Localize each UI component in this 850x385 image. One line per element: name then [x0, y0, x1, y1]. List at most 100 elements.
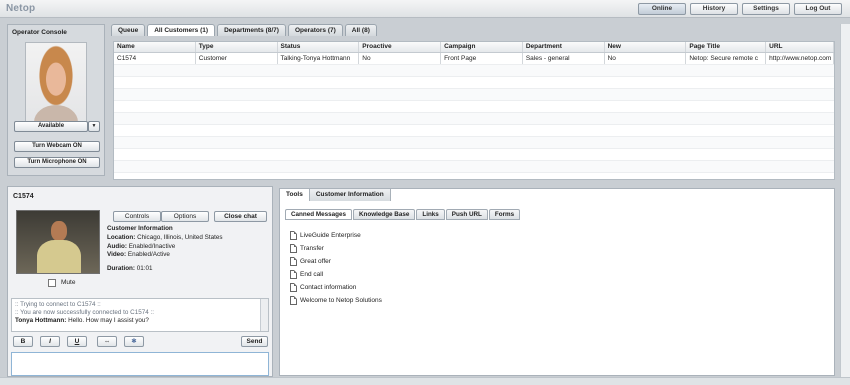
column-header[interactable]: Campaign: [441, 42, 523, 52]
grid-header: Name Type Status Proactive Campaign Depa…: [114, 42, 834, 53]
top-navigation: Online History Settings Log Out: [638, 3, 842, 15]
mute-label: Mute: [61, 279, 76, 286]
canned-message-label: Great offer: [300, 258, 331, 265]
document-icon: [290, 231, 297, 240]
cell-url: http://www.netop.com: [766, 53, 834, 64]
cell-new: No: [605, 53, 687, 64]
message-input[interactable]: [11, 352, 269, 376]
mute-checkbox[interactable]: [48, 279, 56, 287]
info-heading: Customer Information: [107, 225, 173, 232]
location-value: Chicago, Illinois, United States: [137, 233, 223, 241]
tab-knowledge-base[interactable]: Knowledge Base: [352, 209, 416, 220]
column-header[interactable]: Type: [196, 42, 278, 52]
canned-message-label: End call: [300, 271, 324, 278]
tab-canned-messages[interactable]: Canned Messages: [285, 209, 352, 220]
column-header[interactable]: Department: [523, 42, 605, 52]
document-icon: [290, 270, 297, 279]
options-button[interactable]: Options: [161, 211, 209, 222]
column-header[interactable]: Page Title: [686, 42, 767, 52]
cell-proactive: No: [359, 53, 442, 64]
italic-button[interactable]: I: [40, 336, 60, 347]
cell-type: Customer: [196, 53, 278, 64]
location-label: Location:: [107, 233, 136, 241]
tab-all[interactable]: All (8): [344, 24, 377, 36]
customer-info: Customer Information Location: Chicago, …: [107, 225, 223, 274]
tab-push-url[interactable]: Push URL: [445, 209, 488, 220]
link-icon[interactable]: ⇔: [97, 336, 117, 347]
list-item[interactable]: Transfer: [290, 242, 382, 255]
duration-value: 01:01: [136, 265, 153, 273]
canned-message-label: Contact information: [300, 284, 357, 291]
logout-button[interactable]: Log Out: [794, 3, 842, 15]
netop-logo: Netop: [6, 3, 36, 14]
tab-tools[interactable]: Tools: [280, 189, 310, 201]
cell-status: Talking-Tonya Hottmann: [278, 53, 360, 64]
duration-label: Duration:: [107, 265, 135, 273]
tab-all-customers[interactable]: All Customers (1): [147, 24, 216, 36]
video-label: Video:: [107, 251, 127, 259]
video-value: Enabled/Active: [127, 251, 170, 259]
customer-video: [16, 210, 100, 274]
controls-button[interactable]: Controls: [113, 211, 161, 222]
log-line: :: Trying to connect to C1574 ::: [15, 301, 101, 308]
chat-log-scrollbar[interactable]: [260, 299, 268, 331]
tab-operators[interactable]: Operators (7): [287, 24, 343, 36]
history-button[interactable]: History: [690, 3, 738, 15]
settings-button[interactable]: Settings: [742, 3, 790, 15]
console-title: Operator Console: [12, 29, 67, 36]
audio-label: Audio:: [107, 242, 127, 250]
column-header[interactable]: Status: [278, 42, 360, 52]
cell-name: C1574: [114, 53, 196, 64]
close-chat-button[interactable]: Close chat: [214, 211, 267, 222]
tab-links[interactable]: Links: [416, 209, 445, 220]
list-item[interactable]: End call: [290, 268, 382, 281]
list-item[interactable]: Contact information: [290, 281, 382, 294]
document-icon: [290, 257, 297, 266]
column-header[interactable]: URL: [766, 42, 834, 52]
tools-subtabs: Canned Messages Knowledge Base Links Pus…: [285, 209, 521, 220]
message-text: Hello. How may I assist you?: [68, 317, 149, 324]
log-line: :: You are now successfully connected to…: [15, 309, 154, 316]
tab-forms[interactable]: Forms: [488, 209, 521, 220]
document-icon: [290, 296, 297, 305]
top-bar: Netop Online History Settings Log Out: [0, 0, 850, 18]
chat-log: :: Trying to connect to C1574 :: :: You …: [11, 298, 269, 332]
webcam-button[interactable]: Turn Webcam ON: [14, 141, 100, 152]
list-item[interactable]: Great offer: [290, 255, 382, 268]
tab-customer-information[interactable]: Customer Information: [309, 189, 391, 201]
tools-panel: Tools Customer Information Canned Messag…: [279, 188, 835, 376]
list-item[interactable]: LiveGuide Enterprise: [290, 229, 382, 242]
chevron-down-icon[interactable]: ▼: [88, 121, 100, 132]
operator-avatar: [25, 42, 87, 130]
list-item[interactable]: Welcome to Netop Solutions: [290, 294, 382, 307]
cell-campaign: Front Page: [441, 53, 523, 64]
send-button[interactable]: Send: [241, 336, 268, 347]
message-sender: Tonya Hottmann:: [15, 317, 67, 324]
document-icon: [290, 283, 297, 292]
canned-message-label: LiveGuide Enterprise: [300, 232, 361, 239]
online-button[interactable]: Online: [638, 3, 686, 15]
column-header[interactable]: Proactive: [359, 42, 442, 52]
column-header[interactable]: New: [605, 42, 687, 52]
operator-console: Operator Console Available ▼ Turn Webcam…: [7, 24, 105, 176]
underline-button[interactable]: U: [67, 336, 87, 347]
chat-panel: C1574 Controls Options Close chat Custom…: [7, 186, 273, 377]
tab-queue[interactable]: Queue: [111, 24, 146, 36]
document-icon: [290, 244, 297, 253]
audio-value: Enabled/Inactive: [128, 242, 176, 250]
horizontal-scrollbar[interactable]: [0, 377, 850, 385]
bold-button[interactable]: B: [13, 336, 33, 347]
table-row[interactable]: C1574 Customer Talking-Tonya Hottmann No…: [114, 53, 834, 65]
availability-dropdown[interactable]: Available: [14, 121, 88, 132]
cell-page-title: Netop: Secure remote c: [686, 53, 767, 64]
microphone-button[interactable]: Turn Microphone ON: [14, 157, 100, 168]
emoticon-icon[interactable]: ✱: [124, 336, 144, 347]
vertical-scrollbar[interactable]: [840, 24, 850, 380]
cell-department: Sales - general: [523, 53, 605, 64]
customers-grid: Name Type Status Proactive Campaign Depa…: [113, 41, 835, 180]
tab-departments[interactable]: Departments (8/7): [217, 24, 286, 36]
main-tabs: Queue All Customers (1) Departments (8/7…: [111, 24, 377, 36]
tools-tabs: Tools Customer Information: [280, 189, 391, 201]
column-header[interactable]: Name: [114, 42, 196, 52]
canned-message-label: Transfer: [300, 245, 324, 252]
